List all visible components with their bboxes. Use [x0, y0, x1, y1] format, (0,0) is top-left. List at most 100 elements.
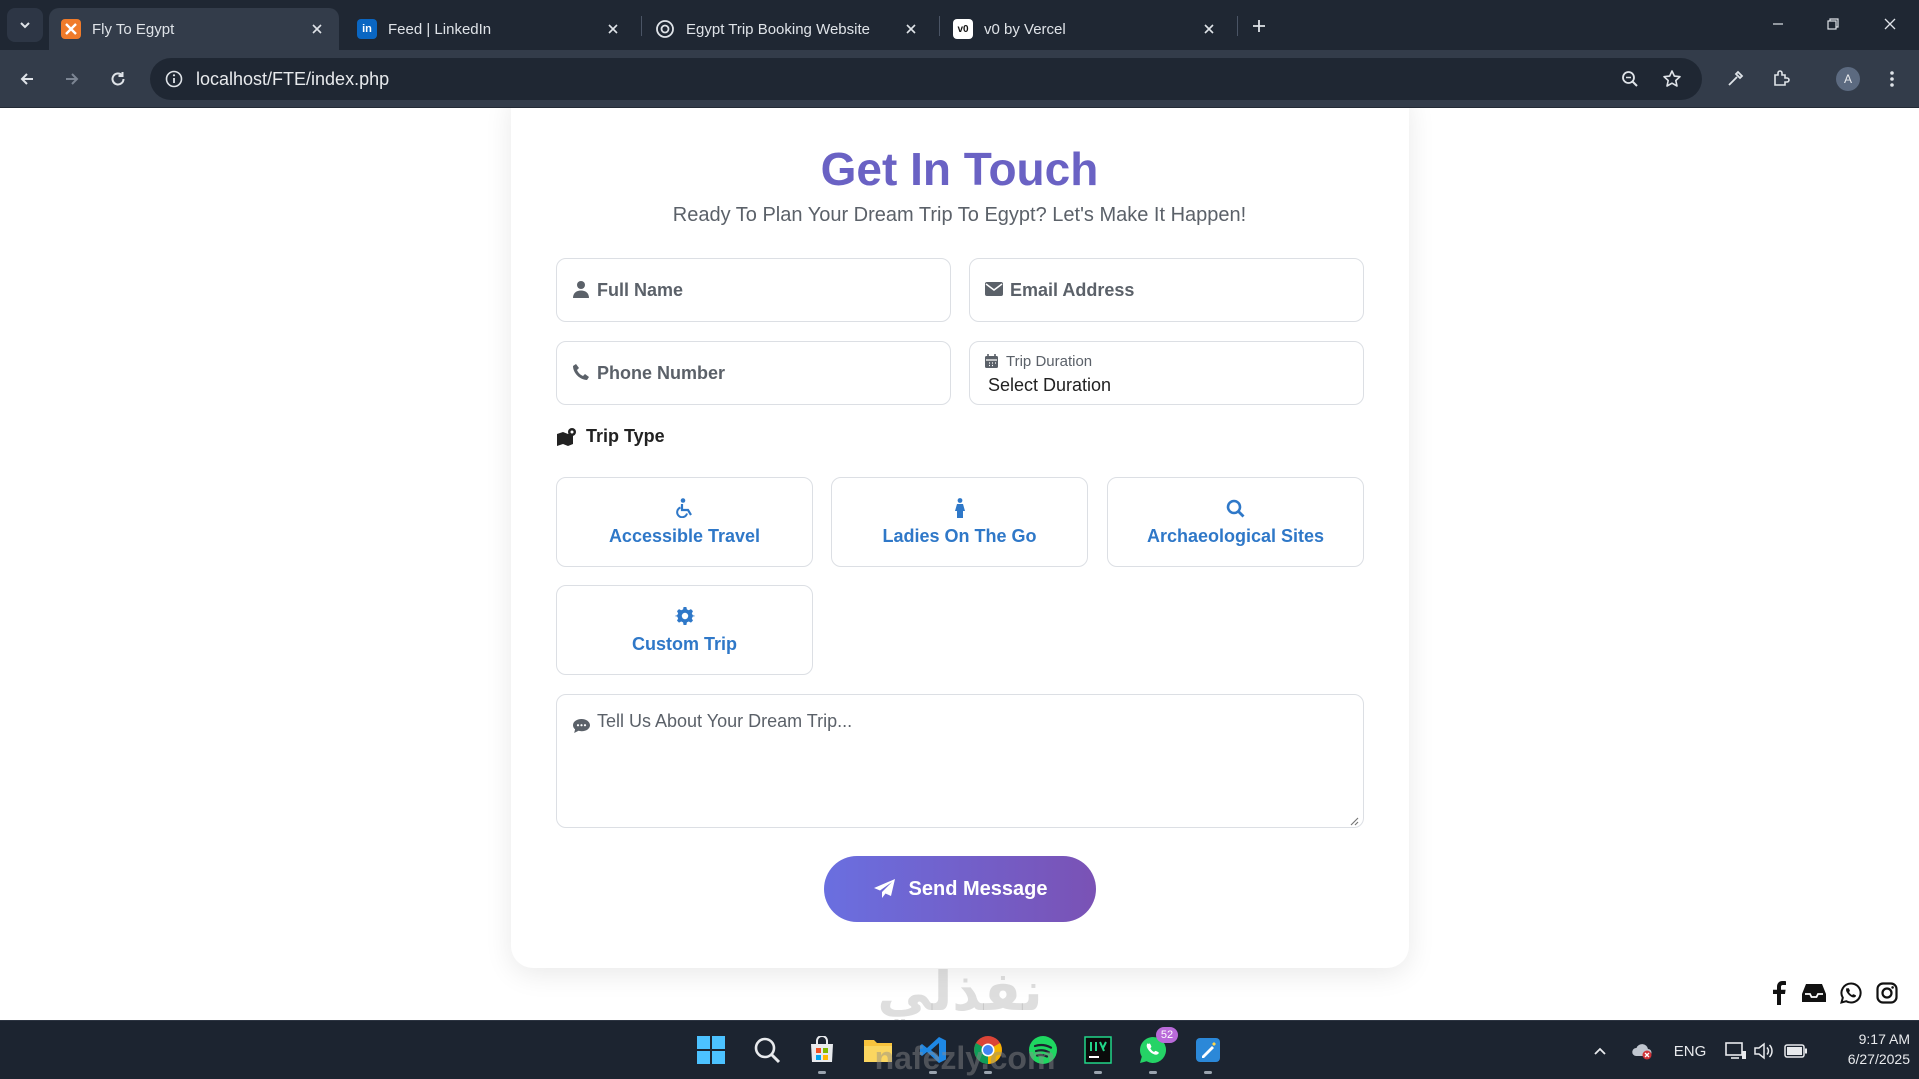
back-button[interactable] [11, 63, 43, 95]
v0-icon: v0 [953, 19, 973, 39]
plus-icon [1253, 20, 1265, 32]
whatsapp-icon[interactable] [1838, 980, 1864, 1006]
zoom-icon[interactable] [1618, 67, 1642, 91]
trip-type-label: Trip Type [556, 426, 665, 447]
close-icon [1884, 18, 1896, 30]
system-clock[interactable]: 9:17 AM 6/27/2025 [1818, 1029, 1910, 1069]
tab-separator [939, 16, 940, 36]
tab-title: Fly To Egypt [92, 20, 175, 38]
close-window-button[interactable] [1870, 8, 1910, 40]
phone-input[interactable] [597, 342, 940, 404]
profile-avatar[interactable]: A [1836, 67, 1860, 91]
running-indicator [1204, 1071, 1212, 1074]
restore-icon [1827, 18, 1839, 30]
trip-option-label: Ladies On The Go [882, 526, 1037, 546]
reload-icon [111, 72, 125, 86]
browser-tab-bar: Fly To Egypt in Feed | LinkedIn Egypt Tr… [0, 0, 1919, 50]
trip-option-archaeological-sites[interactable]: Archaeological Sites [1107, 477, 1364, 567]
message-input[interactable] [597, 711, 1347, 811]
search-icon[interactable] [748, 1031, 786, 1069]
battery-icon[interactable] [1783, 1039, 1809, 1063]
running-indicator [1094, 1071, 1102, 1074]
microsoft-store-icon[interactable] [803, 1031, 841, 1074]
running-indicator [818, 1071, 826, 1074]
eyedropper-icon[interactable] [1719, 63, 1751, 95]
tab-search-button[interactable] [7, 8, 43, 42]
envelope-icon [984, 279, 1004, 299]
full-name-field[interactable] [556, 258, 951, 322]
new-tab-button[interactable] [1245, 12, 1273, 40]
send-message-button[interactable]: Send Message [824, 856, 1096, 922]
arrow-left-icon [20, 73, 33, 85]
restore-button[interactable] [1813, 8, 1853, 40]
calendar-icon [984, 354, 998, 368]
language-indicator[interactable]: ENG [1670, 1039, 1710, 1063]
url-text[interactable]: localhost/FTE/index.php [196, 69, 389, 90]
tab-title: v0 by Vercel [984, 20, 1066, 38]
trip-duration-value[interactable]: Select Duration [988, 375, 1111, 396]
tab-linkedin[interactable]: in Feed | LinkedIn [345, 8, 635, 50]
openai-icon [655, 19, 675, 39]
extensions-icon[interactable] [1765, 63, 1797, 95]
comments-icon [571, 717, 591, 735]
search-icon [1225, 497, 1247, 519]
minimize-button[interactable] [1758, 8, 1798, 40]
close-icon[interactable] [901, 19, 921, 39]
facebook-icon[interactable] [1766, 980, 1792, 1006]
inbox-icon[interactable] [1801, 980, 1827, 1006]
watermark-text: nafezly.com [874, 1040, 1056, 1076]
network-icon[interactable] [1724, 1039, 1748, 1063]
tab-separator [1237, 16, 1238, 36]
email-field[interactable] [969, 258, 1364, 322]
address-bar[interactable]: localhost/FTE/index.php [150, 58, 1702, 100]
clock-date: 6/27/2025 [1847, 1051, 1910, 1067]
paint-icon[interactable] [1189, 1031, 1227, 1074]
instagram-icon[interactable] [1874, 980, 1900, 1006]
email-input[interactable] [1010, 259, 1353, 321]
trip-option-custom-trip[interactable]: Custom Trip [556, 585, 813, 675]
trip-duration-select[interactable]: Trip Duration Select Duration [969, 341, 1364, 405]
forward-button[interactable] [56, 63, 88, 95]
close-icon[interactable] [603, 19, 623, 39]
close-icon[interactable] [307, 19, 327, 39]
linkedin-icon: in [357, 19, 377, 39]
trip-option-accessible-travel[interactable]: Accessible Travel [556, 477, 813, 567]
trip-type-text: Trip Type [586, 426, 665, 446]
site-info-icon[interactable] [162, 67, 186, 91]
windows-start-icon[interactable] [692, 1031, 730, 1069]
whatsapp-icon[interactable]: 52 [1134, 1027, 1178, 1074]
arrow-right-icon [66, 73, 79, 85]
trip-option-label: Custom Trip [631, 634, 737, 654]
show-hidden-icons-chevron-up-icon[interactable] [1590, 1039, 1610, 1063]
trip-option-label: Accessible Travel [608, 526, 761, 546]
page-subtitle: Ready To Plan Your Dream Trip To Egypt? … [672, 204, 1247, 226]
resize-handle-icon[interactable] [1349, 813, 1359, 826]
map-marked-icon [556, 427, 578, 447]
xampp-icon [61, 19, 81, 39]
menu-icon[interactable] [1876, 63, 1908, 95]
browser-toolbar: localhost/FTE/index.php A [0, 50, 1919, 108]
chevron-down-icon [20, 22, 30, 29]
onedrive-error-icon[interactable] [1630, 1039, 1654, 1063]
tab-fly-to-egypt[interactable]: Fly To Egypt [49, 8, 339, 50]
paper-plane-icon [873, 878, 897, 900]
jetbrains-icon[interactable] [1079, 1031, 1117, 1074]
notification-badge: 52 [1156, 1027, 1178, 1043]
full-name-input[interactable] [597, 259, 940, 321]
wheelchair-icon [674, 497, 696, 519]
gear-icon [674, 605, 696, 627]
tab-v0-vercel[interactable]: v0 v0 by Vercel [941, 8, 1231, 50]
volume-icon[interactable] [1752, 1039, 1774, 1063]
message-field[interactable] [556, 694, 1364, 828]
trip-option-ladies-on-the-go[interactable]: Ladies On The Go [831, 477, 1088, 567]
reload-button[interactable] [102, 63, 134, 95]
close-icon[interactable] [1199, 19, 1219, 39]
minimize-icon [1773, 23, 1783, 25]
tab-separator [641, 16, 642, 36]
star-icon[interactable] [1660, 67, 1684, 91]
tab-egypt-trip-booking[interactable]: Egypt Trip Booking Website [643, 8, 933, 50]
tab-title: Feed | LinkedIn [388, 20, 492, 38]
phone-field[interactable] [556, 341, 951, 405]
user-icon [571, 279, 591, 299]
running-indicator [1149, 1071, 1157, 1074]
